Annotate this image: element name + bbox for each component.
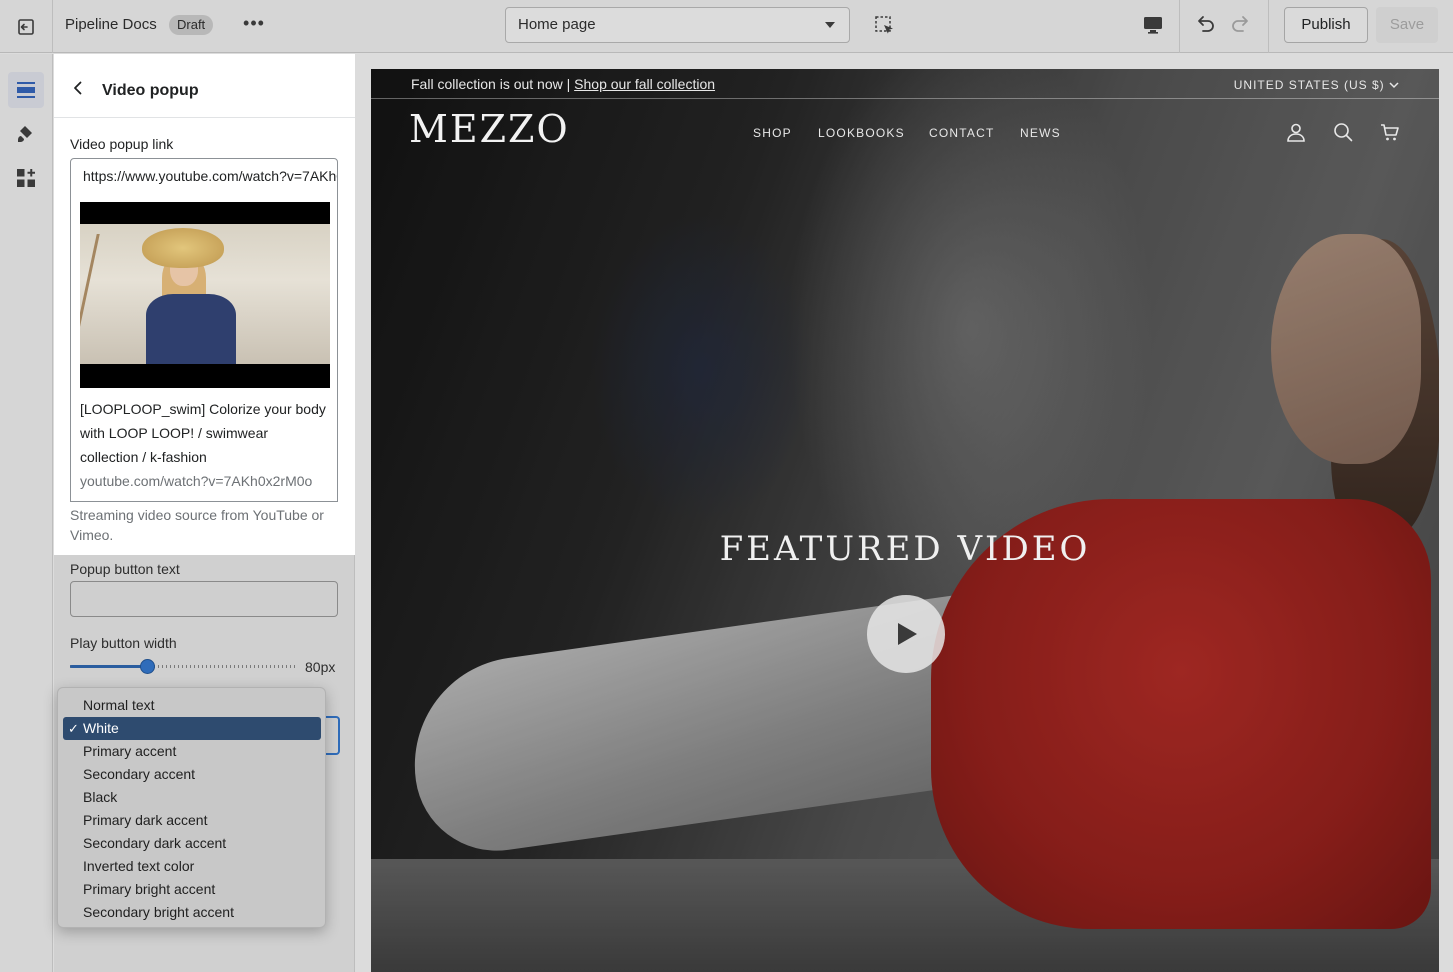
thumbnail-branch	[80, 234, 137, 354]
play-button-width-slider-fill	[70, 665, 148, 668]
video-preview-url: youtube.com/watch?v=7AKh0x2rM0o	[80, 473, 313, 489]
chevron-down-icon	[825, 22, 835, 28]
color-option-inverted-text-color[interactable]: Inverted text color	[63, 855, 321, 878]
rail-apps-button[interactable]	[8, 160, 44, 196]
rail-sections-button[interactable]	[8, 72, 44, 108]
inspector-button[interactable]	[872, 13, 898, 39]
region-label: UNITED STATES (US $)	[1233, 78, 1385, 92]
thumbnail-hat	[142, 228, 224, 268]
toolbar-divider	[1268, 0, 1269, 53]
color-option-label: Secondary bright accent	[83, 904, 234, 920]
nav-contact[interactable]: CONTACT	[929, 126, 995, 140]
video-link-label: Video popup link	[70, 136, 174, 152]
video-preview-title: [LOOPLOOP_swim] Colorize your body with …	[80, 401, 326, 465]
store-logo[interactable]: MEZZO	[409, 107, 570, 151]
status-badge: Draft	[169, 15, 214, 35]
region-selector[interactable]: UNITED STATES (US $)	[1234, 78, 1399, 92]
chevron-left-icon	[74, 81, 82, 95]
color-option-secondary-dark-accent[interactable]: Secondary dark accent	[63, 832, 321, 855]
video-popup-panel: Video popup Video popup link https://www…	[54, 54, 355, 555]
color-option-label: White	[83, 720, 119, 736]
exit-editor-button[interactable]	[0, 0, 53, 53]
hero-heading: FEATURED VIDEO	[719, 529, 1091, 569]
desktop-icon	[1144, 17, 1162, 34]
play-button-width-label: Play button width	[70, 635, 177, 651]
top-bar: Pipeline Docs Draft ••• Home page Publis…	[0, 0, 1453, 53]
video-link-help-text: Streaming video source from YouTube or V…	[70, 507, 324, 543]
nav-news[interactable]: NEWS	[1020, 126, 1061, 140]
color-option-normal-text[interactable]: Normal text	[63, 694, 321, 717]
more-actions-button[interactable]: •••	[240, 13, 268, 37]
chevron-down-icon	[1389, 82, 1399, 89]
play-button-width-value: 80px	[305, 659, 336, 675]
exit-icon	[18, 18, 34, 35]
play-button-width-slider-thumb[interactable]	[140, 659, 156, 674]
video-link-input[interactable]: https://www.youtube.com/watch?v=7AKh0x2r…	[70, 158, 338, 194]
page-selector[interactable]: Home page	[505, 7, 850, 43]
video-thumbnail	[80, 202, 330, 388]
back-button[interactable]	[68, 78, 88, 98]
announcement-bar: Fall collection is out now | Shop our fa…	[371, 69, 1439, 99]
page-selector-value: Home page	[518, 16, 596, 33]
color-option-black[interactable]: Black	[63, 786, 321, 809]
apps-icon	[17, 169, 35, 187]
color-option-label: Secondary dark accent	[83, 835, 227, 851]
play-button[interactable]	[867, 595, 945, 673]
store-name: Pipeline Docs	[65, 16, 157, 33]
panel-header: Video popup	[54, 54, 355, 118]
panel-title: Video popup	[102, 82, 199, 99]
select-cursor-icon	[875, 16, 893, 34]
video-preview-card[interactable]: [LOOPLOOP_swim] Colorize your body with …	[70, 193, 338, 502]
paint-brush-icon	[18, 126, 32, 142]
color-option-primary-accent[interactable]: Primary accent	[63, 740, 321, 763]
color-dropdown-menu: Normal text ✓ White Primary accent Secondary…	[57, 687, 326, 928]
rail-theme-settings-button[interactable]	[8, 116, 44, 152]
announcement-text: Fall collection is out now | Shop our fa…	[411, 76, 715, 92]
sections-icon	[17, 82, 35, 98]
color-option-label: Primary dark accent	[83, 812, 208, 828]
announcement-link[interactable]: Shop our fall collection	[574, 76, 715, 92]
color-option-label: Primary accent	[83, 743, 177, 759]
undo-icon	[1198, 16, 1214, 32]
color-option-label: Normal text	[83, 697, 155, 713]
popup-button-text-input[interactable]	[70, 581, 338, 617]
redo-icon	[1232, 16, 1248, 32]
account-icon[interactable]	[1285, 121, 1307, 143]
color-option-label: Primary bright accent	[83, 881, 216, 897]
search-icon[interactable]	[1332, 121, 1354, 143]
save-button[interactable]: Save	[1376, 7, 1438, 43]
color-option-primary-bright-accent[interactable]: Primary bright accent	[63, 878, 321, 901]
redo-button[interactable]	[1228, 12, 1254, 38]
undo-button[interactable]	[1192, 12, 1218, 38]
publish-button[interactable]: Publish	[1284, 7, 1368, 43]
left-rail	[0, 54, 53, 972]
color-option-label: Inverted text color	[83, 858, 195, 874]
color-option-white[interactable]: ✓ White	[63, 717, 321, 740]
video-thumbnail-image	[80, 224, 330, 364]
checkmark-icon: ✓	[68, 721, 79, 736]
toolbar-divider	[1179, 0, 1180, 53]
color-option-label: Secondary accent	[83, 766, 196, 782]
nav-lookbooks[interactable]: LOOKBOOKS	[818, 126, 905, 140]
color-option-label: Black	[83, 789, 118, 805]
thumbnail-body	[146, 294, 236, 364]
announcement-message: Fall collection is out now |	[411, 76, 575, 92]
popup-button-text-label: Popup button text	[70, 561, 180, 577]
color-option-secondary-bright-accent[interactable]: Secondary bright accent	[63, 901, 321, 924]
color-option-secondary-accent[interactable]: Secondary accent	[63, 763, 321, 786]
nav-shop[interactable]: SHOP	[753, 126, 792, 140]
storefront-preview: Fall collection is out now | Shop our fa…	[371, 69, 1439, 972]
hero-overlay	[371, 69, 1439, 972]
cart-icon[interactable]	[1379, 121, 1401, 143]
color-option-primary-dark-accent[interactable]: Primary dark accent	[63, 809, 321, 832]
desktop-view-button[interactable]	[1140, 12, 1166, 38]
